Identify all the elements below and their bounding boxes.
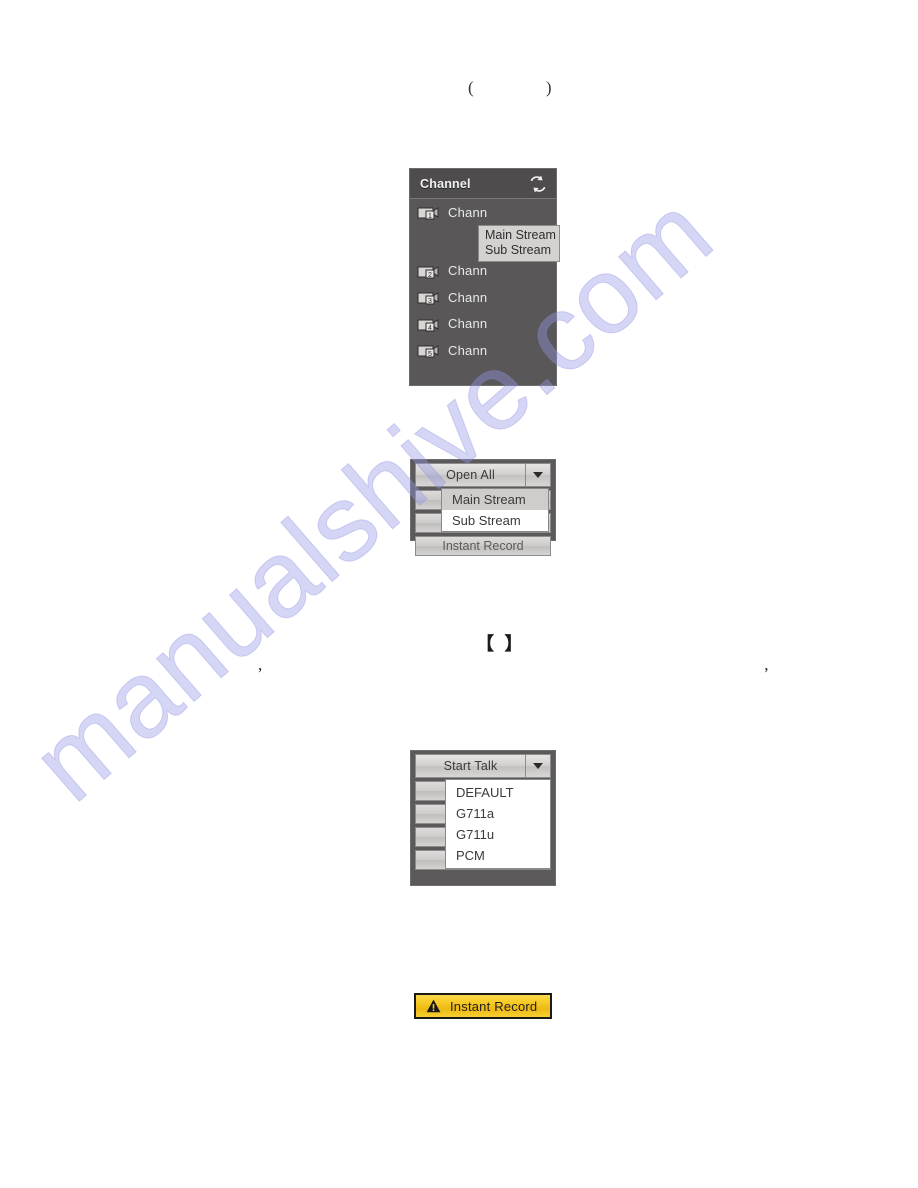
- svg-text:3: 3: [428, 298, 432, 305]
- channel-list: 1 Chann Main Stream Sub Stream 2 Chann 3…: [410, 199, 560, 364]
- warning-triangle-icon: [426, 999, 441, 1013]
- start-talk-dropdown-button[interactable]: [525, 754, 551, 778]
- channel-panel: Channel 1 Chann Main Stream Sub Stream 2…: [409, 168, 560, 386]
- menu-item-default[interactable]: DEFAULT: [446, 782, 550, 803]
- svg-text:2: 2: [428, 272, 432, 279]
- list-item-label: Chann: [448, 316, 488, 332]
- bracket-text-line: 【 】: [476, 634, 526, 654]
- menu-item-main-stream[interactable]: Main Stream: [442, 489, 548, 510]
- open-all-button-row: Open All: [415, 463, 551, 487]
- start-talk-panel: Start Talk I Multi Preview DEFAULT G711a…: [410, 750, 556, 886]
- list-item[interactable]: 1 Chann: [410, 199, 556, 226]
- start-talk-button-row: Start Talk: [415, 754, 551, 778]
- list-item[interactable]: 3 Chann: [410, 284, 556, 311]
- open-all-dropdown-menu[interactable]: Main Stream Sub Stream: [441, 488, 549, 532]
- chevron-down-icon: [533, 472, 543, 478]
- menu-item-main-stream[interactable]: Main Stream: [479, 228, 559, 243]
- open-all-panel: Open All S Instant Record Main Stream Su…: [410, 459, 556, 556]
- start-talk-button[interactable]: Start Talk: [415, 754, 525, 778]
- open-all-dropdown-button[interactable]: [525, 463, 551, 487]
- camera-icon: 3: [417, 289, 439, 305]
- comma-text-line: , ,: [258, 655, 821, 674]
- camera-icon: 2: [417, 263, 439, 279]
- menu-item-g711a[interactable]: G711a: [446, 803, 550, 824]
- list-item-label: Chann: [448, 204, 488, 220]
- camera-icon: 1: [417, 204, 439, 220]
- instant-record-background-row: Instant Record: [415, 536, 551, 556]
- camera-icon: 5: [417, 342, 439, 358]
- instant-record-button[interactable]: Instant Record: [414, 993, 552, 1019]
- svg-text:1: 1: [428, 213, 432, 220]
- list-item-label: Chann: [448, 342, 488, 358]
- stream-popup-menu[interactable]: Main Stream Sub Stream: [478, 225, 560, 262]
- chevron-down-icon: [533, 763, 543, 769]
- channel-panel-header: Channel: [410, 169, 556, 199]
- page-title: Channel: [420, 176, 471, 191]
- list-item-label: Chann: [448, 289, 488, 305]
- watermark-text: manualshive.com: [9, 170, 735, 824]
- menu-item-pcm[interactable]: PCM: [446, 845, 550, 866]
- menu-item-g711u[interactable]: G711u: [446, 824, 550, 845]
- open-all-button[interactable]: Open All: [415, 463, 525, 487]
- menu-item-sub-stream[interactable]: Sub Stream: [442, 510, 548, 531]
- svg-text:4: 4: [428, 325, 432, 332]
- parenthesis-text-line: ( ): [468, 78, 552, 97]
- camera-icon: 4: [417, 316, 439, 332]
- refresh-icon[interactable]: [529, 175, 547, 193]
- list-item[interactable]: 5 Chann: [410, 337, 556, 364]
- menu-item-sub-stream[interactable]: Sub Stream: [479, 243, 559, 258]
- list-item-label: Chann: [448, 263, 488, 279]
- list-item[interactable]: 4 Chann: [410, 311, 556, 338]
- svg-text:5: 5: [428, 351, 432, 358]
- instant-record-label: Instant Record: [450, 998, 538, 1014]
- start-talk-dropdown-menu[interactable]: DEFAULT G711a G711u PCM: [445, 779, 551, 869]
